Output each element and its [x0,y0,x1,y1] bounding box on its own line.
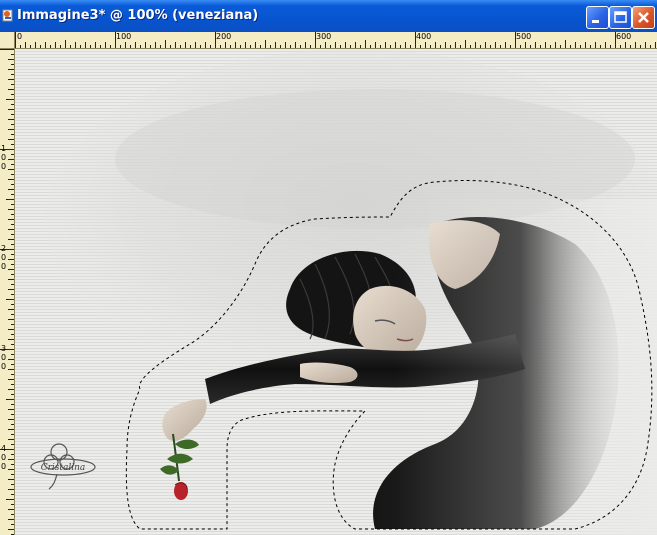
close-button[interactable] [632,6,655,29]
title-bar[interactable]: Immagine3* @ 100% (veneziana) [0,0,657,32]
image-canvas[interactable]: Cristalina [15,49,657,535]
ruler-label-600: 600 [616,32,632,41]
ruler-label-100: 100 [116,32,132,41]
close-icon [638,12,649,23]
watermark-text: Cristalina [41,463,86,473]
ruler-v-label-4c: 0 [1,462,7,471]
ruler-v-label-4a: 4 [1,444,7,453]
ruler-label-200: 200 [216,32,232,41]
maximize-icon [614,11,627,23]
ruler-label-300: 300 [316,32,332,41]
ruler-v-label-4b: 0 [1,453,7,462]
horizontal-ruler[interactable]: 0 100 200 300 400 500 600 [0,32,657,49]
ruler-corner [0,32,15,49]
ruler-v-label-3a: 3 [1,344,7,353]
ruler-label-400: 400 [416,32,432,41]
ruler-v-label-3c: 0 [1,362,7,371]
maximize-button[interactable] [609,6,632,29]
paint-app-icon [2,9,13,22]
ruler-label-500: 500 [516,32,532,41]
ruler-v-label-3b: 0 [1,353,7,362]
image-window: Immagine3* @ 100% (veneziana) 0 100 200 … [0,0,657,535]
ruler-v-label-2b: 0 [1,253,7,262]
ruler-v-label-1a: 1 [1,144,7,153]
ruler-v-label-2c: 0 [1,262,7,271]
ruler-v-label-1c: 0 [1,162,7,171]
canvas-artwork: Cristalina [15,49,657,535]
ruler-v-label-1b: 0 [1,153,7,162]
minimize-icon [592,20,599,23]
fade-overlay [395,199,657,535]
minimize-button[interactable] [586,6,609,29]
ruler-label-0: 0 [17,32,23,41]
window-title: Immagine3* @ 100% (veneziana) [17,8,259,23]
vertical-ruler[interactable]: 1 0 0 2 0 0 3 0 0 4 0 0 [0,32,15,535]
ruler-v-label-2a: 2 [1,244,7,253]
